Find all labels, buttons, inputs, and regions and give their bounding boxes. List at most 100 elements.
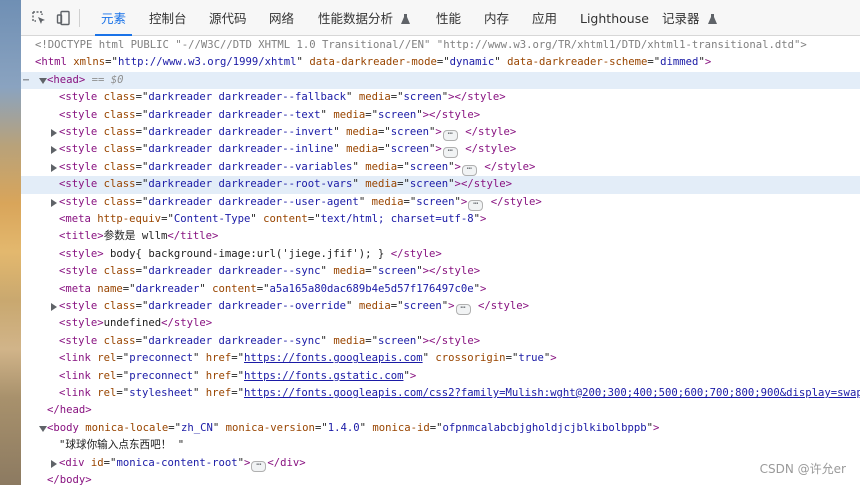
flask-icon [707, 14, 717, 24]
node-text: "球球你输入点东西吧！ " [59, 439, 185, 452]
html-open-row[interactable]: <html xmlns="http://www.w3.org/1999/xhtm… [21, 54, 860, 71]
expand-triangle-icon[interactable] [51, 146, 57, 155]
attribute-value: text/html; charset=utf-8 [320, 213, 474, 225]
body-open-row[interactable]: <body monica-locale="zh_CN" monica-versi… [21, 420, 860, 437]
expand-triangle-icon[interactable] [51, 129, 57, 137]
head-child-row[interactable]: <style class="darkreader darkreader--inl… [21, 141, 860, 159]
attribute-name: rel [97, 369, 117, 382]
head-child-row[interactable]: <style class="darkreader darkreader--syn… [21, 263, 860, 280]
tag-close: </style> [484, 160, 536, 173]
doctype-row[interactable]: <!DOCTYPE html PUBLIC "-//W3C//DTD XHTML… [21, 37, 860, 54]
tag-close: </style> [429, 265, 481, 278]
collapse-triangle-icon[interactable] [39, 425, 47, 432]
node-markup: <style>undefined</style> [59, 317, 213, 330]
attribute-value: screen [377, 334, 417, 347]
tab-lighthouse[interactable]: Lighthouse [580, 0, 649, 36]
node-text: undefined [103, 317, 162, 330]
tag-close: </style> [490, 195, 542, 208]
head-child-row[interactable]: <style>undefined</style> [21, 315, 860, 332]
node-text: body{ background-image:url('jiege.jfif')… [103, 247, 391, 260]
head-child-row[interactable]: <link rel="stylesheet" href="https://fon… [21, 385, 860, 402]
head-child-row[interactable]: <link rel="preconnect" href="https://fon… [21, 350, 860, 367]
attribute-name: id [90, 456, 104, 469]
head-child-row[interactable]: <style class="darkreader darkreader--tex… [21, 107, 860, 124]
head-open-row[interactable]: ⋯ <head> == $0 [21, 71, 860, 90]
elements-tree: <!DOCTYPE html PUBLIC "-//W3C//DTD XHTML… [21, 36, 860, 485]
tab-performance-insights[interactable]: 性能数据分析 [318, 0, 410, 36]
head-child-row[interactable]: <style class="darkreader darkreader--roo… [21, 176, 860, 194]
node-markup: <!DOCTYPE html PUBLIC "-//W3C//DTD XHTML… [35, 37, 807, 54]
head-child-row[interactable]: <link rel="preconnect" href="https://fon… [21, 368, 860, 385]
attribute-link[interactable]: https://fonts.googleapis.com/css2?family… [244, 387, 860, 399]
head-child-row[interactable]: <style class="darkreader darkreader--var… [21, 159, 860, 176]
tab-performance[interactable]: 性能 [436, 0, 461, 36]
tag-close: </style> [161, 317, 213, 330]
tag-open: <title [59, 230, 98, 243]
node-markup: <style class="darkreader darkreader--roo… [59, 178, 512, 191]
tab-recorder[interactable]: 记录器 [662, 0, 717, 36]
collapsed-content-icon[interactable]: ⋯ [251, 460, 267, 472]
attribute-link[interactable]: https://fonts.googleapis.com [244, 352, 423, 364]
expand-triangle-icon[interactable] [51, 198, 57, 207]
devtools-toolbar: 元素 控制台 源代码 网络 性能数据分析 性能 内存 应用 Lighthouse… [21, 0, 860, 36]
attribute-name: class [103, 160, 136, 173]
more-actions-icon[interactable]: ⋯ [23, 72, 29, 89]
head-child-row[interactable]: <style class="darkreader darkreader--syn… [21, 333, 860, 350]
collapsed-content-icon[interactable]: ⋯ [455, 304, 471, 315]
head-close-row[interactable]: </head> [21, 402, 860, 419]
collapsed-content-icon[interactable]: ⋯ [442, 147, 458, 159]
attribute-value: Content-Type [173, 213, 251, 225]
body-text-row[interactable]: "球球你输入点东西吧！ " [21, 437, 860, 454]
node-markup: <style class="darkreader darkreader--inl… [59, 143, 517, 159]
attribute-value: darkreader [135, 282, 200, 295]
attribute-value: 1.4.0 [327, 421, 360, 434]
attribute-value: darkreader darkreader--root-vars [148, 178, 353, 191]
tab-console[interactable]: 控制台 [149, 0, 187, 36]
attribute-value: screen [409, 160, 449, 173]
tag-open: <style [59, 334, 98, 347]
head-child-row[interactable]: <meta name="darkreader" content="a5a165a… [21, 281, 860, 298]
attribute-name: href [205, 387, 232, 399]
tag-open: <style [59, 317, 98, 330]
doctype-text: <!DOCTYPE html PUBLIC "-//W3C//DTD XHTML… [35, 39, 807, 51]
attribute-name: data-darkreader-scheme [507, 56, 648, 69]
tag-close: </body> [47, 474, 92, 485]
node-markup: "球球你输入点东西吧！ " [59, 437, 184, 454]
tab-elements[interactable]: 元素 [94, 0, 133, 36]
tag-open: <html [35, 56, 67, 69]
device-toolbar-icon[interactable] [56, 10, 72, 26]
head-child-row[interactable]: <title>参数是 wllm</title> [21, 228, 860, 245]
node-markup: <style class="darkreader darkreader--fal… [59, 91, 506, 104]
tab-application[interactable]: 应用 [532, 0, 557, 36]
tab-network[interactable]: 网络 [269, 0, 294, 36]
attribute-name: media [346, 126, 378, 138]
head-child-row[interactable]: <style class="darkreader darkreader--ove… [21, 298, 860, 315]
collapsed-content-icon[interactable]: ⋯ [461, 164, 477, 176]
tag-open: <style [59, 300, 98, 312]
inspect-element-icon[interactable] [31, 10, 47, 26]
attribute-name: monica-id [372, 421, 430, 434]
tag-open: <div [59, 456, 85, 469]
expand-triangle-icon[interactable] [51, 163, 57, 172]
expand-triangle-icon[interactable] [51, 459, 57, 468]
body-div-row[interactable]: <div id="monica-content-root"> ⋯ </div> [21, 455, 860, 472]
collapse-triangle-icon[interactable] [39, 77, 47, 84]
head-child-row[interactable]: <style> body{ background-image:url('jieg… [21, 246, 860, 263]
attribute-name: name [97, 282, 123, 295]
head-child-row[interactable]: <style class="darkreader darkreader--fal… [21, 89, 860, 106]
collapsed-content-icon[interactable]: ⋯ [468, 199, 484, 211]
collapsed-content-icon[interactable]: ⋯ [442, 130, 458, 141]
body-close-row[interactable]: </body> [21, 472, 860, 485]
head-child-row[interactable]: <style class="darkreader darkreader--use… [21, 194, 860, 211]
node-markup: <style class="darkreader darkreader--use… [59, 195, 542, 211]
node-markup: <meta http-equiv="Content-Type" content=… [59, 213, 487, 225]
head-child-row[interactable]: <meta http-equiv="Content-Type" content=… [21, 211, 860, 228]
head-child-row[interactable]: <style class="darkreader darkreader--inv… [21, 124, 860, 141]
node-markup: <html xmlns="http://www.w3.org/1999/xhtm… [35, 56, 712, 69]
tab-sources[interactable]: 源代码 [209, 0, 247, 36]
expand-triangle-icon[interactable] [51, 303, 57, 311]
attribute-value: stylesheet [129, 387, 193, 399]
tab-memory[interactable]: 内存 [484, 0, 509, 36]
tab-performance-insights-label: 性能数据分析 [318, 11, 394, 26]
attribute-link[interactable]: https://fonts.gstatic.com [244, 370, 403, 382]
